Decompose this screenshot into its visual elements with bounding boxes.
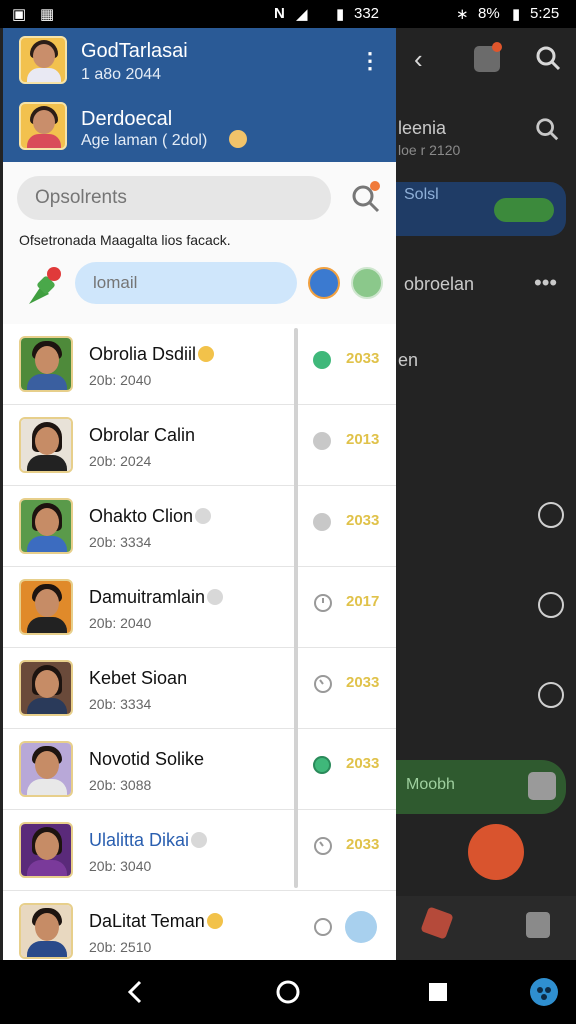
- chat-sub: 20b: 2510: [89, 939, 152, 955]
- notification-dot-icon: [492, 42, 502, 52]
- search-icon[interactable]: [534, 116, 560, 142]
- signal-icon: ◢: [296, 6, 308, 23]
- recents-icon[interactable]: [422, 976, 454, 1008]
- account-name[interactable]: Derdoecal: [81, 108, 172, 131]
- chat-name: Ulalitta Dikai: [89, 830, 208, 851]
- chat-count: 2033: [346, 350, 380, 367]
- account-avatar[interactable]: [19, 36, 67, 84]
- system-nav-bar: [0, 960, 576, 1024]
- idle-status-icon: [313, 432, 331, 450]
- chat-name: Kebet Sioan: [89, 668, 188, 688]
- search-icon[interactable]: [349, 180, 383, 214]
- chat-row[interactable]: Ulalitta Dikai 20b: 3040 2033: [3, 810, 396, 891]
- chat-list: Obrolia Dsdiil 20b: 2040 2033 Obrolar Ca…: [3, 324, 396, 960]
- chat-row[interactable]: DaLitat Teman 20b: 2510: [3, 891, 396, 960]
- drawer-header: GodTarlasai 1 a8o 2044 ⋮ Derdoecal Age l…: [3, 28, 396, 162]
- robot-icon: [528, 772, 556, 800]
- chat-row[interactable]: Kebet Sioan 20b: 3334 2033: [3, 648, 396, 729]
- account-avatar[interactable]: [19, 102, 67, 150]
- assistant-icon[interactable]: [528, 976, 560, 1008]
- account-sub: 1 a8o 2044: [81, 66, 162, 83]
- more-vert-icon[interactable]: ⋮: [359, 48, 381, 74]
- chat-row[interactable]: Obrolia Dsdiil 20b: 2040 2033: [3, 324, 396, 405]
- chat-name: Obrolia Dsdiil: [89, 344, 215, 365]
- status-time-right: 5:25: [530, 5, 560, 22]
- chat-name: Ohakto Clion: [89, 506, 212, 527]
- search-icon[interactable]: [534, 44, 562, 72]
- notice-text: Ofsetronada Maagalta lios facack.: [19, 232, 231, 248]
- more-icon[interactable]: •••: [534, 270, 557, 296]
- chat-sub: 20b: 2024: [89, 453, 152, 469]
- chat-row[interactable]: Obrolar Calin 20b: 2024 2013: [3, 405, 396, 486]
- chat-count: 2017: [346, 593, 380, 610]
- badge-icon: [313, 756, 331, 774]
- chat-sub: 20b: 2040: [89, 372, 152, 388]
- bg-item-title: Moobh: [406, 776, 455, 793]
- emoji-icon: [191, 832, 208, 848]
- bg-item-title: Solsl: [404, 186, 439, 203]
- emoji-icon: [195, 508, 212, 524]
- emoji-icon: [206, 913, 223, 929]
- account-name[interactable]: GodTarlasai: [81, 40, 188, 63]
- fab-button[interactable]: [468, 824, 524, 880]
- back-icon[interactable]: ‹: [414, 44, 423, 75]
- chat-name: Novotid Solike: [89, 749, 205, 769]
- clock-icon: [538, 502, 564, 528]
- emoji-icon: [207, 589, 224, 605]
- chat-name: DaLitat Teman: [89, 911, 223, 932]
- emoji-icon: [198, 346, 215, 362]
- screen: ‹ leenia loe r 2120 Solsl obroelan ••• e…: [0, 0, 576, 1024]
- account-sub: Age laman ( 2dol): [81, 132, 208, 149]
- clock-icon: [314, 594, 332, 612]
- sticker-icon[interactable]: [308, 267, 340, 299]
- clock-icon: [314, 675, 332, 693]
- back-icon[interactable]: [120, 976, 152, 1008]
- bg-item-title: obroelan: [404, 274, 475, 294]
- battery-icon: ▮: [336, 6, 345, 23]
- robot-icon[interactable]: [526, 912, 550, 938]
- circle-icon[interactable]: [538, 592, 564, 618]
- bg-item-title: leenia: [398, 118, 447, 138]
- chat-name: Obrolar Calin: [89, 425, 196, 445]
- emoji-icon: [229, 130, 247, 148]
- chat-sub: 20b: 2040: [89, 615, 152, 631]
- home-icon[interactable]: [272, 976, 304, 1008]
- clock-icon: [314, 918, 332, 936]
- chat-sub: 20b: 3334: [89, 696, 152, 712]
- sticker-icon[interactable]: [351, 267, 383, 299]
- pin-icon[interactable]: [23, 264, 67, 308]
- chat-row[interactable]: Ohakto Clion 20b: 3334 2033: [3, 486, 396, 567]
- scrollbar[interactable]: [294, 328, 298, 888]
- bg-item-title: en: [398, 350, 419, 370]
- email-field[interactable]: [75, 262, 297, 304]
- chat-count: 2033: [346, 674, 380, 691]
- sticker-icon: [494, 198, 554, 222]
- bg-item-sub: loe r 2120: [398, 142, 461, 158]
- online-status-icon: [313, 351, 331, 369]
- navigation-drawer: GodTarlasai 1 a8o 2044 ⋮ Derdoecal Age l…: [3, 28, 396, 960]
- bluetooth-icon: ∗: [456, 6, 469, 23]
- search-input[interactable]: [17, 176, 331, 220]
- battery-icon: ▮: [512, 6, 521, 23]
- nfc-icon: N: [274, 5, 285, 22]
- clock-icon: [314, 837, 332, 855]
- circle-icon[interactable]: [538, 682, 564, 708]
- chat-name: Damuitramlain: [89, 587, 224, 608]
- battery-percent: 8%: [478, 5, 500, 22]
- chat-count: 2033: [346, 836, 380, 853]
- status-time-left: 332: [354, 5, 380, 22]
- chat-row[interactable]: Damuitramlain 20b: 2040 2017: [3, 567, 396, 648]
- chat-count: 2033: [346, 512, 380, 529]
- chat-sub: 20b: 3040: [89, 858, 152, 874]
- image-icon: ▣: [12, 6, 27, 23]
- chat-row[interactable]: Novotid Solike 20b: 3088 2033: [3, 729, 396, 810]
- idle-status-icon: [313, 513, 331, 531]
- status-bar: ▣ ▦ N ◢ ▮ 332 ∗ 8% ▮ 5:25: [0, 0, 576, 28]
- sticker-icon[interactable]: [345, 911, 377, 943]
- chat-count: 2013: [346, 431, 380, 448]
- chat-sub: 20b: 3334: [89, 534, 152, 550]
- photo-icon: ▦: [40, 6, 55, 23]
- chat-count: 2033: [346, 755, 380, 772]
- chat-sub: 20b: 3088: [89, 777, 152, 793]
